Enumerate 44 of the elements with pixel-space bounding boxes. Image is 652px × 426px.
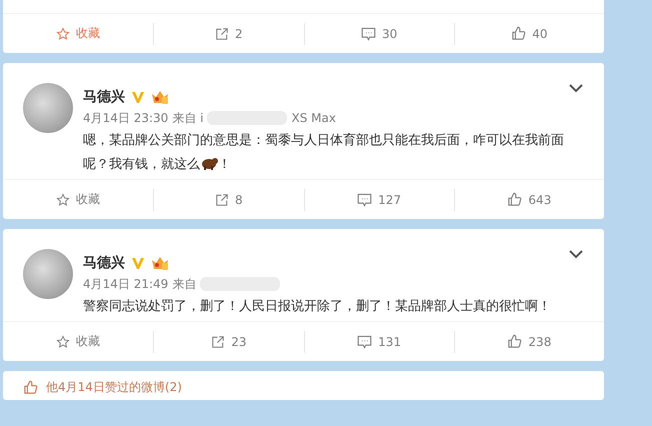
like-button[interactable]: 238 — [454, 330, 604, 352]
share-icon — [211, 334, 226, 348]
post-text: 嗯，某品牌公关部门的意思是：蜀黍与人日体育部也只能在我后面，咋可以在我前面呢？我有钱，就这么 ！ — [83, 132, 565, 174]
bear-icon — [200, 156, 218, 170]
share-icon — [215, 192, 230, 206]
comment-button[interactable]: 131 — [304, 330, 454, 352]
post-source: 来自 i — [172, 110, 204, 126]
crown-badge-icon — [151, 255, 169, 271]
repost-button[interactable]: 2 — [153, 22, 304, 44]
thumbs-up-icon — [511, 26, 526, 41]
verified-v-icon — [131, 90, 145, 104]
repost-button[interactable]: 23 — [153, 330, 304, 352]
favorite-button[interactable]: 收藏 — [3, 188, 154, 210]
repost-button[interactable]: 8 — [153, 188, 304, 210]
like-button[interactable]: 40 — [454, 22, 604, 44]
comment-icon — [360, 26, 376, 40]
author-name[interactable]: 马德兴 — [83, 254, 125, 272]
share-icon — [215, 26, 230, 40]
liked-posts-link[interactable]: 他4月14日赞过的微博(2) — [46, 379, 182, 396]
thumbs-up-icon — [507, 334, 522, 349]
favorite-button[interactable]: 收藏 — [3, 22, 154, 44]
post-text: 警察同志说处罚了，删了！人民日报说开除了，删了！某品牌部人士真的很忙啊！ — [83, 298, 552, 316]
comment-button[interactable]: 127 — [304, 188, 454, 210]
author-name[interactable]: 马德兴 — [83, 88, 125, 106]
star-icon — [56, 26, 70, 40]
post-source: XS Max — [291, 111, 336, 125]
verified-v-icon — [131, 256, 145, 270]
comment-icon — [357, 192, 372, 206]
chevron-down-icon[interactable] — [568, 83, 584, 93]
star-icon — [56, 334, 70, 348]
avatar-placeholder[interactable] — [23, 83, 73, 133]
like-button[interactable]: 643 — [454, 188, 604, 210]
post-source: 来自 — [172, 276, 196, 292]
avatar-placeholder[interactable] — [23, 249, 73, 299]
thumbs-up-icon — [507, 192, 522, 207]
favorite-button[interactable]: 收藏 — [3, 330, 154, 352]
post-time[interactable]: 4月14日 21:49 — [83, 276, 168, 292]
comment-icon — [357, 334, 372, 348]
comment-button[interactable]: 30 — [304, 22, 454, 44]
crown-badge-icon — [151, 89, 169, 105]
star-icon — [56, 192, 70, 206]
chevron-down-icon[interactable] — [568, 249, 584, 259]
post-time[interactable]: 4月14日 23:30 — [83, 110, 168, 126]
thumbs-up-icon — [23, 380, 38, 395]
